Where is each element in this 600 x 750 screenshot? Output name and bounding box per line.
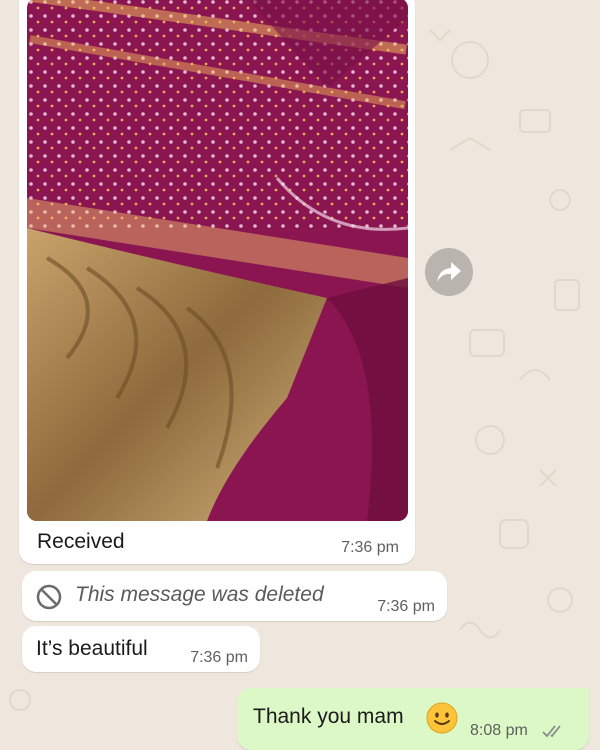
deleted-message-bubble[interactable]: This message was deleted 7:36 pm: [22, 571, 447, 621]
message-text: It’s beautiful: [36, 637, 148, 660]
deleted-message-text: This message was deleted: [75, 583, 324, 606]
image-message-bubble[interactable]: Received 7:36 pm: [19, 0, 415, 564]
forward-arrow-icon: [437, 262, 461, 282]
outgoing-message-bubble[interactable]: Thank you mam 8:08 pm: [237, 688, 589, 750]
message-timestamp: 7:36 pm: [341, 539, 399, 556]
message-text: Thank you mam: [253, 705, 404, 728]
message-timestamp: 7:36 pm: [377, 598, 435, 615]
double-tick-icon: [542, 725, 561, 738]
smiley-emoji-icon: [426, 702, 458, 734]
text-message-bubble[interactable]: It’s beautiful 7:36 pm: [22, 626, 260, 672]
saree-photo[interactable]: [27, 0, 408, 521]
message-timestamp: 8:08 pm: [470, 722, 528, 739]
message-timestamp: 7:36 pm: [190, 649, 248, 666]
deleted-icon: [36, 584, 62, 610]
image-caption: Received: [37, 530, 125, 553]
forward-button[interactable]: [425, 248, 473, 296]
